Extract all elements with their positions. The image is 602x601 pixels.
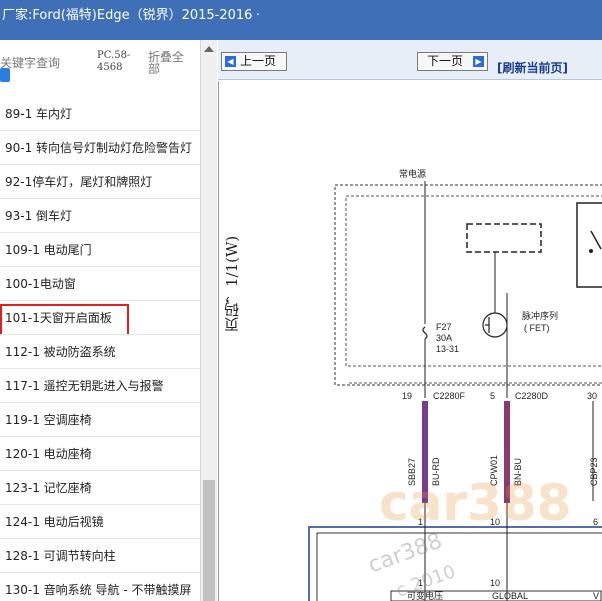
scroll-thumb[interactable] bbox=[203, 480, 215, 601]
module-outer-box bbox=[334, 184, 602, 386]
list-item[interactable]: 112-1 被动防盗系统 bbox=[0, 335, 200, 369]
prev-page-button[interactable]: ◀ 上一页 bbox=[221, 52, 287, 71]
pulse-label: 脉冲序列 bbox=[522, 310, 558, 321]
component-box bbox=[466, 223, 542, 253]
list-item[interactable]: 120-1 电动座椅 bbox=[0, 437, 200, 471]
refresh-page-link[interactable]: [刷新当前页] bbox=[497, 59, 568, 76]
title-dot: . bbox=[256, 4, 260, 18]
search-button[interactable] bbox=[0, 68, 10, 82]
bottom-label-3: V bbox=[593, 591, 599, 601]
fet-label: ( FET) bbox=[524, 323, 550, 333]
pin-mid: 5 bbox=[490, 391, 495, 401]
watermark: car388 bbox=[379, 474, 572, 532]
module-inner-box bbox=[345, 195, 602, 367]
pc-number: PC.58-4568 bbox=[97, 50, 131, 73]
arrow-left-icon: ◀ bbox=[225, 56, 236, 67]
list-item[interactable]: 123-1 记忆座椅 bbox=[0, 471, 200, 505]
wiring-diagram: 页码，1/1(W) 常电源 F27 30A 13-31 脉冲序列 (FET) … bbox=[218, 81, 602, 601]
section-list: 89-1 车内灯 90-1 转向信号灯制动灯危险警告灯 92-1停车灯，尾灯和牌… bbox=[0, 97, 200, 601]
pin-left: 19 bbox=[402, 391, 412, 401]
list-item[interactable]: 89-1 车内灯 bbox=[0, 97, 200, 131]
list-item[interactable]: 124-1 电动后视镜 bbox=[0, 505, 200, 539]
lower-pin2b: 10 bbox=[490, 578, 500, 588]
list-item[interactable]: 92-1停车灯，尾灯和牌照灯 bbox=[0, 165, 200, 199]
power-label: 常电源 bbox=[399, 168, 426, 179]
fuse-ref: 13-31 bbox=[436, 344, 459, 354]
lower-module-box bbox=[308, 526, 602, 601]
list-item[interactable]: 130-1 音响系统 导航 - 不带触摸屏 bbox=[0, 573, 200, 601]
arrow-right-icon: ▶ bbox=[473, 56, 484, 67]
list-item-highlighted[interactable]: 101-1天窗开启面板 bbox=[0, 301, 200, 335]
title-bar: 厂家:Ford(福特)Edge（锐界）2015-2016 . bbox=[0, 0, 602, 40]
list-item[interactable]: 90-1 转向信号灯制动灯危险警告灯 bbox=[0, 131, 200, 165]
left-panel: 关键字查询 PC.58-4568 折叠全部 89-1 车内灯 90-1 转向信号… bbox=[0, 40, 217, 601]
wire3-code: CBP23 bbox=[589, 457, 599, 486]
list-scrollbar[interactable] bbox=[200, 40, 217, 601]
next-page-label: 下一页 bbox=[427, 54, 464, 68]
diagram-panel: ◀ 上一页 下一页 ▶ [刷新当前页] 页码，1/1(W) 常电源 F27 30… bbox=[218, 40, 602, 601]
list-item[interactable]: 109-1 电动尾门 bbox=[0, 233, 200, 267]
pin-right: 30 bbox=[587, 391, 597, 401]
search-area: 关键字查询 PC.58-4568 折叠全部 bbox=[0, 40, 217, 97]
list-item[interactable]: 93-1 倒车灯 bbox=[0, 199, 200, 233]
lower-pin3: 6 bbox=[593, 517, 598, 527]
prev-page-label: 上一页 bbox=[240, 54, 277, 68]
window-title: 厂家:Ford(福特)Edge（锐界）2015-2016 bbox=[2, 8, 253, 23]
list-item[interactable]: 100-1电动窗 bbox=[0, 267, 200, 301]
next-page-button[interactable]: 下一页 ▶ bbox=[417, 52, 488, 71]
list-item[interactable]: 117-1 遥控无钥匙进入与报警 bbox=[0, 369, 200, 403]
connector-left: C2280F bbox=[433, 391, 466, 401]
list-item[interactable]: 128-1 可调节转向柱 bbox=[0, 539, 200, 573]
connector-right: C2280D bbox=[515, 391, 549, 401]
fuse-rating: 30A bbox=[436, 333, 452, 343]
bottom-label-2: GLOBAL bbox=[492, 591, 528, 601]
page-toolbar: ◀ 上一页 下一页 ▶ [刷新当前页] bbox=[218, 40, 602, 80]
fold-all-link[interactable]: 折叠全部 bbox=[148, 51, 192, 75]
list-item[interactable]: 119-1 空调座椅 bbox=[0, 403, 200, 437]
scroll-up-icon[interactable] bbox=[204, 46, 214, 52]
fuse-name: F27 bbox=[436, 322, 452, 332]
